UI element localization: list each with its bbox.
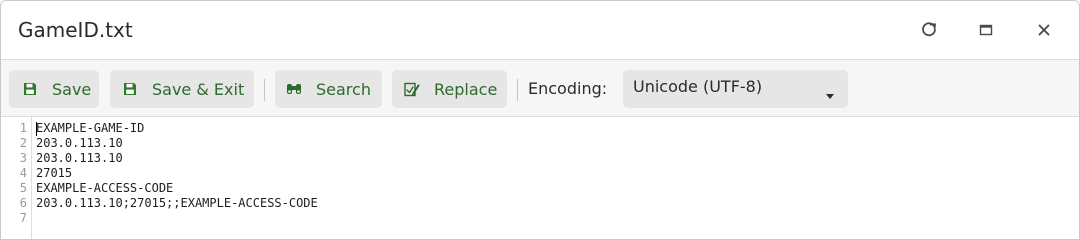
line-number-gutter: 1 2 3 4 5 6 7: [1, 117, 32, 239]
floppy-disk-icon: [122, 81, 138, 97]
line-number: 3: [19, 151, 27, 165]
text-cursor: [36, 122, 37, 136]
replace-button[interactable]: Replace: [392, 70, 507, 108]
text-line[interactable]: 203.0.113.10: [36, 151, 123, 166]
save-button[interactable]: Save: [9, 70, 99, 108]
text-line[interactable]: EXAMPLE-ACCESS-CODE: [36, 181, 173, 196]
replace-label: Replace: [434, 79, 498, 99]
text-line[interactable]: 203.0.113.10: [36, 136, 123, 151]
line-number: 1: [19, 121, 27, 135]
toolbar-separator: [517, 79, 518, 101]
window-title: GameID.txt: [18, 18, 133, 42]
encoding-select[interactable]: Unicode (UTF-8): [623, 70, 848, 108]
maximize-button[interactable]: [971, 15, 1001, 45]
encoding-select-value: Unicode (UTF-8): [633, 77, 763, 96]
text-line[interactable]: 203.0.113.10;27015;;EXAMPLE-ACCESS-CODE: [36, 196, 318, 211]
close-icon: [1037, 23, 1051, 37]
title-bar: GameID.txt: [1, 1, 1079, 60]
save-label: Save: [52, 79, 92, 99]
search-button[interactable]: Search: [275, 70, 382, 108]
floppy-disk-icon: [22, 81, 38, 97]
text-line[interactable]: EXAMPLE-GAME-ID: [36, 121, 144, 136]
line-number: 5: [19, 181, 27, 195]
text-editor[interactable]: 1 2 3 4 5 6 7 EXAMPLE-GAME-ID 203.0.113.…: [1, 117, 1079, 239]
save-and-exit-button[interactable]: Save & Exit: [110, 70, 254, 108]
replace-icon: [404, 81, 420, 97]
toolbar-separator: [264, 79, 265, 101]
binoculars-icon: [286, 81, 302, 97]
close-button[interactable]: [1029, 15, 1059, 45]
maximize-icon: [979, 23, 993, 37]
toolbar: Save Save & Exit Search Replace Encoding…: [1, 60, 1079, 117]
chevron-down-icon: [825, 85, 835, 104]
save-and-exit-label: Save & Exit: [152, 79, 245, 99]
editor-window: GameID.txt Save Save & Exit Search Repla…: [0, 0, 1080, 240]
encoding-label: Encoding:: [528, 79, 608, 98]
line-number: 6: [19, 196, 27, 210]
line-number: 4: [19, 166, 27, 180]
code-area[interactable]: EXAMPLE-GAME-ID 203.0.113.10 203.0.113.1…: [36, 121, 1076, 239]
search-label: Search: [316, 79, 371, 99]
line-number: 7: [19, 211, 27, 225]
reload-button[interactable]: [914, 15, 944, 45]
reload-icon: [920, 21, 938, 39]
text-line[interactable]: 27015: [36, 166, 72, 181]
line-number: 2: [19, 136, 27, 150]
